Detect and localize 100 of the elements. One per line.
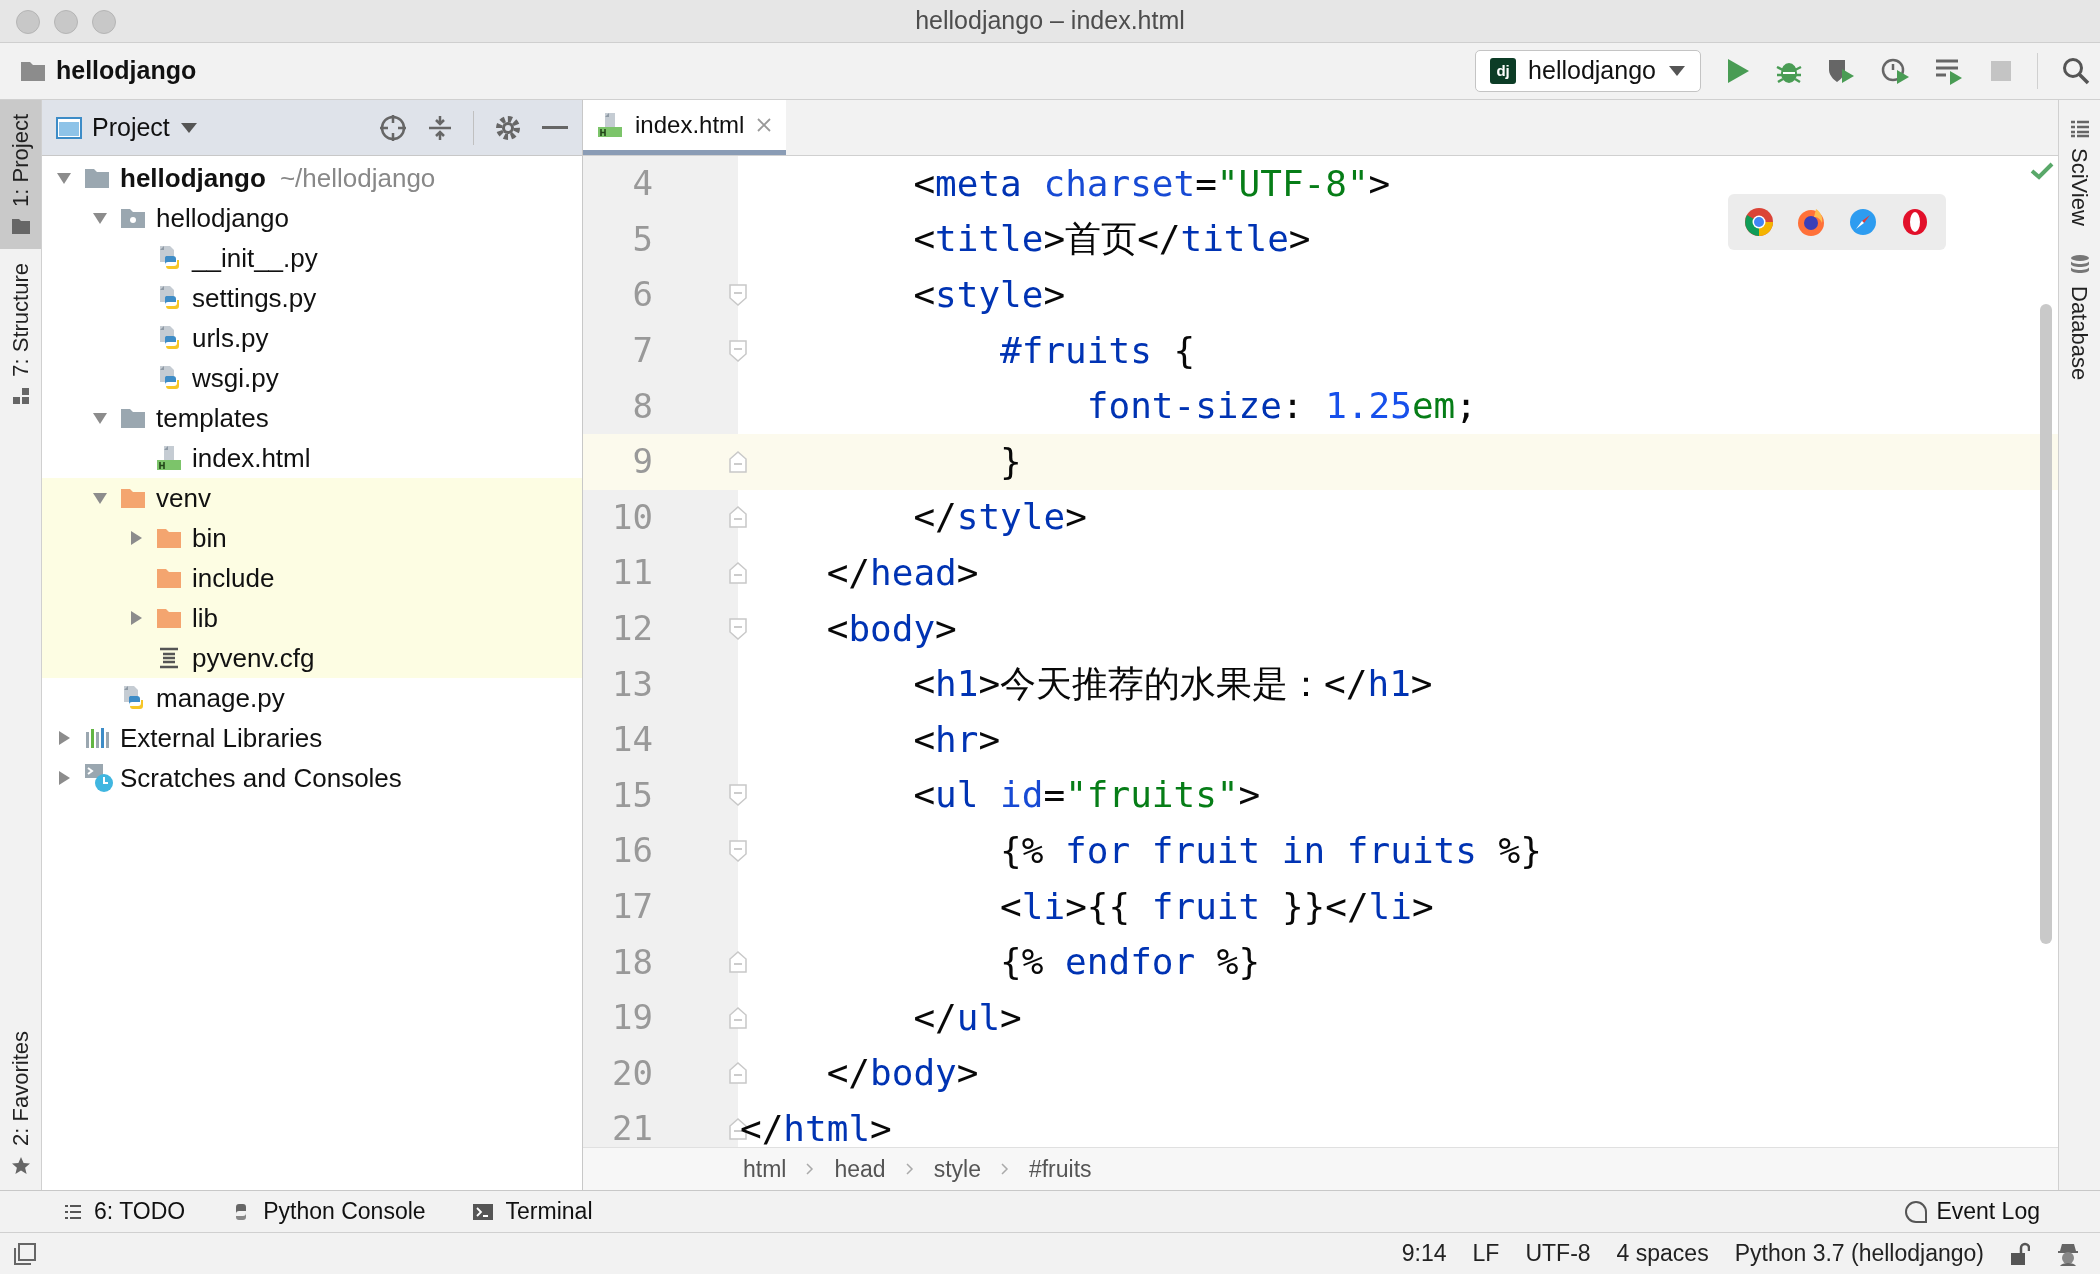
code-line: <meta charset="UTF-8"> — [912, 161, 1391, 206]
fold-end-marker-icon[interactable] — [728, 1005, 748, 1030]
tool-window-button[interactable]: 6: TODO — [64, 1194, 186, 1229]
line-number: 6 — [631, 273, 653, 317]
breadcrumb[interactable]: html — [743, 1151, 787, 1187]
tree-row[interactable]: venv — [42, 478, 582, 518]
gauge-run-icon[interactable] — [1881, 57, 1911, 85]
crosshair-icon[interactable] — [379, 113, 407, 142]
status-item[interactable]: Python 3.7 (hellodjango) — [1734, 1236, 1984, 1271]
collapse-all-icon[interactable] — [427, 113, 453, 142]
compass-icon[interactable] — [1848, 207, 1878, 237]
tree-item-label: settings.py — [192, 281, 317, 315]
project-view-dropdown[interactable]: Project — [56, 108, 198, 147]
tree-row[interactable]: Scratches and Consoles — [42, 758, 582, 798]
expanded-arrow-icon[interactable] — [92, 410, 108, 426]
status-item[interactable]: 4 spaces — [1616, 1236, 1709, 1271]
list-icon — [64, 1203, 82, 1220]
fold-marker-icon[interactable] — [728, 838, 748, 863]
fold-end-marker-icon[interactable] — [728, 560, 748, 585]
folder-icon — [120, 407, 146, 429]
tool-window-button[interactable]: 1: Project — [0, 100, 41, 249]
code-line: {% for fruit in fruits %} — [999, 828, 1542, 873]
tree-row[interactable]: urls.py — [42, 318, 582, 358]
tree-row[interactable]: manage.py — [42, 678, 582, 718]
firefox-icon[interactable] — [1796, 207, 1826, 237]
collapsed-arrow-icon[interactable] — [56, 730, 72, 746]
tree-row[interactable]: wsgi.py — [42, 358, 582, 398]
tree-row[interactable]: bin — [42, 518, 582, 558]
run-icon[interactable] — [1725, 57, 1751, 85]
inspector-icon[interactable] — [2056, 1241, 2080, 1266]
tree-item-label: __init__.py — [192, 241, 318, 275]
tree-row[interactable]: __init__.py — [42, 238, 582, 278]
tree-row[interactable]: settings.py — [42, 278, 582, 318]
tree-row[interactable]: External Libraries — [42, 718, 582, 758]
tool-window-button[interactable]: Terminal — [471, 1194, 593, 1229]
fold-end-marker-icon[interactable] — [728, 950, 748, 975]
tree-row[interactable]: hellodjango ~/hellodjango — [42, 158, 582, 198]
tree-row[interactable]: templates — [42, 398, 582, 438]
tool-window-button[interactable]: Python Console — [231, 1194, 426, 1229]
tree-row[interactable]: pyvenv.cfg — [42, 638, 582, 678]
code-line: <style> — [912, 273, 1066, 317]
caret-icon — [179, 121, 198, 134]
scrollbar[interactable] — [2040, 304, 2052, 944]
collapsed-arrow-icon[interactable] — [128, 530, 144, 546]
breadcrumb[interactable]: head — [834, 1151, 886, 1187]
tree-item-label: include — [192, 561, 275, 595]
status-item[interactable]: UTF-8 — [1525, 1236, 1591, 1271]
tree-row[interactable]: hellodjango — [42, 198, 582, 238]
folder-icon — [156, 567, 182, 589]
django-badge: dj — [1490, 58, 1517, 84]
libraries-icon — [84, 726, 112, 750]
fold-marker-icon[interactable] — [728, 616, 748, 641]
line-number: 18 — [611, 940, 653, 984]
fold-end-marker-icon[interactable] — [728, 449, 748, 474]
tree-row[interactable]: lib — [42, 598, 582, 638]
fold-marker-icon[interactable] — [728, 783, 748, 808]
panel-toggle-icon[interactable] — [14, 1242, 36, 1265]
event-log-button[interactable]: Event Log — [1904, 1194, 2040, 1229]
line-number: 20 — [611, 1051, 653, 1095]
grid-icon — [2069, 120, 2090, 138]
code-line: <ul id="fruits"> — [912, 773, 1261, 818]
tree-row[interactable]: include — [42, 558, 582, 598]
tree-item-label: hellodjango — [156, 201, 289, 235]
line-number: 14 — [611, 718, 653, 762]
tool-window-button[interactable]: 7: Structure — [0, 248, 41, 419]
opera-icon[interactable] — [1900, 207, 1930, 237]
settings-icon[interactable] — [494, 113, 522, 142]
scratches-icon — [84, 763, 114, 793]
line-number: 7 — [631, 329, 653, 373]
search-icon[interactable] — [2062, 57, 2090, 85]
package-folder-icon — [120, 207, 146, 229]
code-line: </style> — [912, 495, 1087, 540]
collapsed-arrow-icon[interactable] — [128, 610, 144, 626]
structure-icon — [11, 386, 30, 405]
tree-row[interactable]: index.html — [42, 438, 582, 478]
editor-tab[interactable]: index.html — [583, 100, 787, 155]
fold-marker-icon[interactable] — [728, 283, 748, 307]
tool-window-button[interactable]: Database — [2059, 239, 2100, 395]
tool-window-button[interactable]: SciView — [2059, 106, 2100, 240]
expanded-arrow-icon[interactable] — [56, 170, 72, 186]
status-item[interactable]: LF — [1472, 1236, 1500, 1271]
fold-end-marker-icon[interactable] — [728, 505, 748, 530]
collapsed-arrow-icon[interactable] — [56, 770, 72, 786]
chrome-icon[interactable] — [1744, 207, 1774, 237]
line-number: 13 — [611, 662, 653, 706]
tree-item-label: manage.py — [156, 681, 285, 715]
expanded-arrow-icon[interactable] — [92, 490, 108, 506]
project-name[interactable]: hellodjango — [56, 52, 197, 90]
expanded-arrow-icon[interactable] — [92, 210, 108, 226]
status-item[interactable]: 9:14 — [1401, 1236, 1447, 1271]
fold-marker-icon[interactable] — [728, 338, 748, 363]
breadcrumb[interactable]: style — [933, 1151, 981, 1187]
close-icon[interactable] — [756, 117, 773, 133]
tool-window-button[interactable]: 2: Favorites — [0, 1017, 41, 1190]
tree-item-label: wsgi.py — [192, 361, 279, 395]
run-configuration-dropdown[interactable]: dj hellodjango — [1475, 50, 1701, 92]
fold-end-marker-icon[interactable] — [728, 1061, 748, 1086]
breadcrumb[interactable]: #fruits — [1028, 1151, 1092, 1187]
unlock-icon[interactable] — [2010, 1241, 2030, 1266]
code-line: </head> — [825, 550, 979, 595]
